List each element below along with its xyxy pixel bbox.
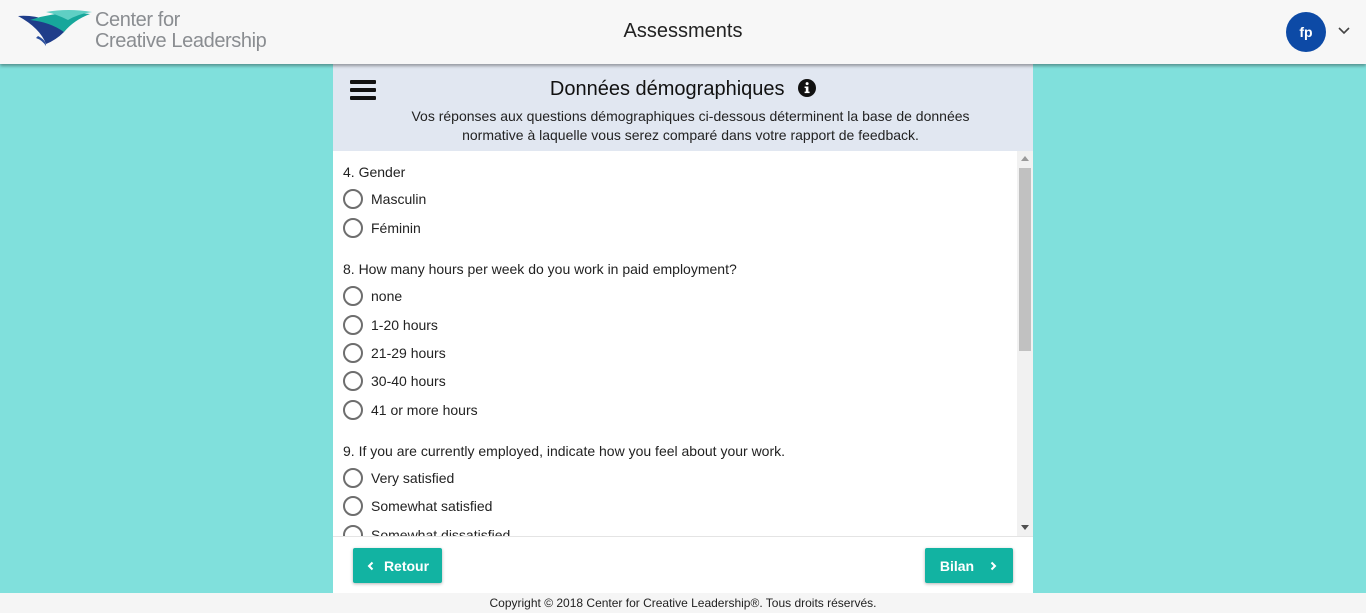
chevron-right-icon — [990, 561, 997, 570]
chevron-down-icon[interactable] — [1336, 22, 1352, 38]
scrollbar-thumb[interactable] — [1019, 168, 1031, 351]
radio-button[interactable] — [343, 343, 363, 363]
option-label: 30-40 hours — [371, 373, 446, 389]
option-label: 41 or more hours — [371, 402, 478, 418]
option-label: 1-20 hours — [371, 317, 438, 333]
user-avatar[interactable]: fp — [1286, 12, 1326, 52]
vertical-scrollbar[interactable] — [1017, 151, 1033, 536]
next-button-label: Bilan — [939, 557, 975, 574]
radio-option[interactable]: Somewhat dissatisfied — [343, 524, 510, 536]
back-button-label: Retour — [383, 557, 430, 574]
survey-card: Données démographiques Vos réponses aux … — [333, 64, 1033, 593]
chevron-left-icon — [367, 561, 374, 570]
question-label: 9. If you are currently employed, indica… — [343, 443, 786, 459]
radio-option[interactable]: none — [343, 285, 402, 307]
question-label: 4. Gender — [343, 164, 406, 180]
radio-button[interactable] — [343, 371, 363, 391]
back-button[interactable]: Retour — [353, 548, 442, 583]
radio-button[interactable] — [343, 189, 363, 209]
radio-button[interactable] — [343, 400, 363, 420]
ccl-logo[interactable]: Center for Creative Leadership — [16, 8, 276, 56]
scroll-up-arrow-icon[interactable] — [1021, 156, 1029, 161]
panel-subtitle: Vos réponses aux questions démographique… — [411, 108, 970, 143]
top-bar: Center for Creative Leadership Assessmen… — [0, 0, 1366, 64]
option-label: Somewhat satisfied — [371, 498, 493, 514]
question-label: 8. How many hours per week do you work i… — [343, 261, 737, 277]
scroll-down-arrow-icon[interactable] — [1021, 525, 1029, 530]
radio-option[interactable]: Féminin — [343, 217, 421, 239]
info-icon[interactable] — [798, 79, 817, 97]
logo-text-line1: Center for — [95, 9, 180, 31]
option-label: none — [371, 288, 403, 304]
panel-title-text: Données démographiques — [549, 78, 785, 100]
radio-option[interactable]: 21-29 hours — [343, 342, 446, 364]
radio-option[interactable]: Very satisfied — [343, 467, 454, 489]
radio-button[interactable] — [343, 468, 363, 488]
radio-option[interactable]: 41 or more hours — [343, 399, 478, 421]
radio-option[interactable]: 30-40 hours — [343, 370, 446, 392]
option-label: Very satisfied — [371, 470, 455, 486]
radio-button[interactable] — [343, 496, 363, 516]
next-button[interactable]: Bilan — [925, 548, 1013, 583]
option-label: 21-29 hours — [371, 345, 446, 361]
logo-text-line2: Creative Leadership — [95, 30, 267, 52]
radio-option[interactable]: Masculin — [343, 188, 426, 210]
panel-footer: Retour Bilan — [333, 536, 1033, 593]
panel-header: Données démographiques Vos réponses aux … — [333, 64, 1033, 151]
radio-option[interactable]: Somewhat satisfied — [343, 495, 492, 517]
radio-button[interactable] — [343, 525, 363, 536]
ccl-wing-icon — [18, 10, 92, 46]
option-label: Somewhat dissatisfied — [371, 527, 511, 536]
copyright-footer: Copyright © 2018 Center for Creative Lea… — [0, 593, 1366, 613]
radio-option[interactable]: 1-20 hours — [343, 314, 438, 336]
option-label: Masculin — [371, 191, 427, 207]
radio-button[interactable] — [343, 315, 363, 335]
radio-button[interactable] — [343, 218, 363, 238]
radio-button[interactable] — [343, 286, 363, 306]
panel-title: Données démographiques — [333, 78, 1033, 101]
questions-scroll-area[interactable]: 4. Gender Masculin Féminin 8. How many h… — [333, 151, 1033, 536]
option-label: Féminin — [371, 220, 421, 236]
